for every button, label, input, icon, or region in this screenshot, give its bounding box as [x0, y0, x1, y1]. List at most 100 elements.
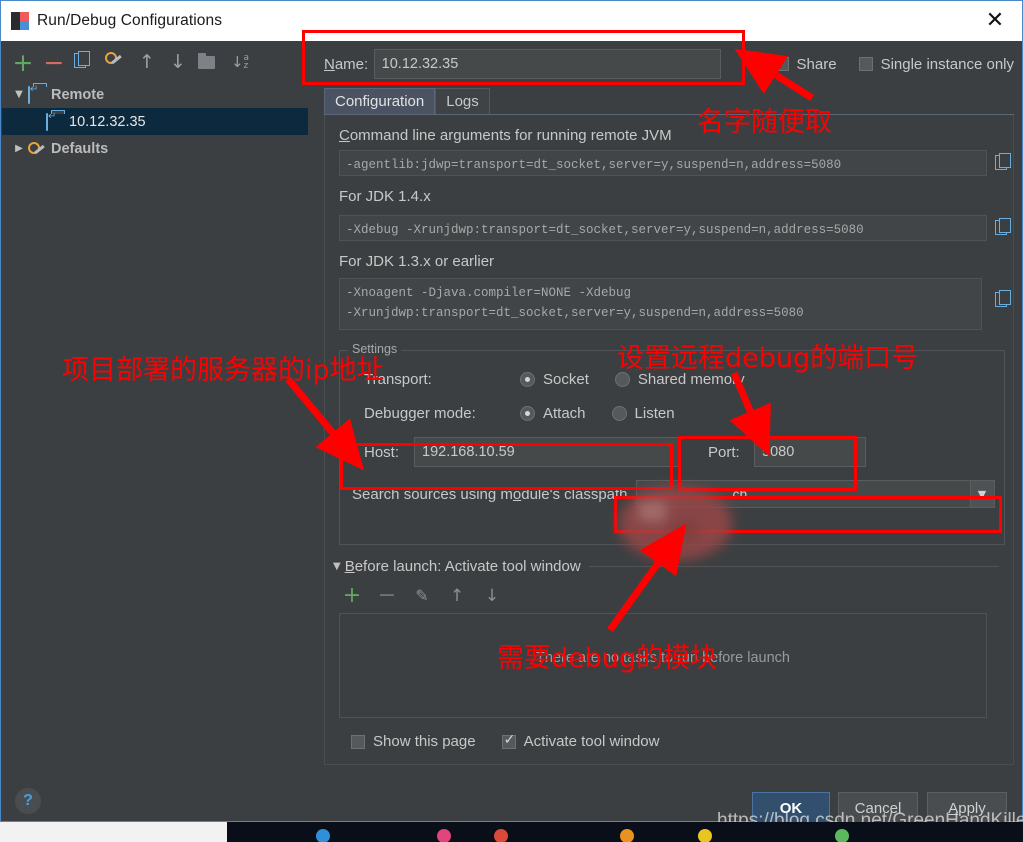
add-button[interactable]: + [12, 50, 34, 75]
single-instance-checkbox-box[interactable] [858, 57, 873, 71]
wrench-icon [28, 141, 46, 157]
copy-configuration-icon[interactable] [74, 51, 96, 73]
dialog-titlebar: Run/Debug Configurations ✕ [1, 1, 1022, 41]
folder-icon[interactable] [198, 51, 220, 73]
move-task-up-arrow-icon[interactable]: ↑ [448, 587, 466, 605]
name-label: Name: [324, 56, 374, 73]
annotation-module: 需要debug的模块 [497, 643, 718, 674]
transport-socket-label: Socket [543, 371, 589, 388]
copy-jdk14-icon[interactable] [995, 218, 1012, 237]
taskbar-icon-1[interactable] [316, 829, 330, 842]
transport-label: Transport: [364, 371, 432, 388]
chevron-right-icon[interactable]: ▶ [10, 143, 28, 154]
show-this-page-label: Show this page [373, 733, 476, 750]
activate-tool-window-checkbox-box[interactable] [501, 732, 516, 749]
port-input[interactable]: 5080 [754, 437, 866, 467]
taskbar-icon-2[interactable] [437, 829, 451, 842]
intellij-idea-icon [11, 12, 29, 30]
debugger-mode-attach-label: Attach [543, 405, 586, 422]
help-button[interactable]: ? [15, 788, 41, 814]
taskbar-icon-6[interactable] [835, 829, 849, 842]
tab-logs[interactable]: Logs [435, 88, 490, 114]
move-task-down-arrow-icon[interactable]: ↓ [483, 587, 501, 605]
cmdline-value[interactable]: -agentlib:jdwp=transport=dt_socket,serve… [339, 150, 987, 176]
add-task-button[interactable]: + [343, 585, 361, 607]
remove-button[interactable]: − [43, 50, 65, 75]
debugger-mode-listen-label: Listen [634, 405, 675, 422]
chevron-down-icon[interactable]: ▼ [969, 481, 994, 507]
name-label-rest: ame: [334, 55, 369, 73]
share-checkbox-box[interactable] [774, 57, 789, 71]
jdk13-label: For JDK 1.3.x or earlier [339, 253, 495, 270]
run-debug-configurations-dialog: Run/Debug Configurations ✕ + − ↑ ↓ ↓ a z… [0, 0, 1023, 824]
move-up-arrow-icon[interactable]: ↑ [136, 51, 158, 73]
debugger-mode-listen-radio[interactable] [611, 406, 627, 421]
single-instance-checkbox[interactable]: Single instance only [858, 55, 1014, 73]
remote-icon [46, 112, 64, 131]
show-this-page-checkbox[interactable]: Show this page [351, 733, 476, 750]
close-icon[interactable]: ✕ [972, 3, 1018, 39]
port-label: Port: [708, 443, 740, 461]
jdk13-value[interactable]: -Xnoagent -Djava.compiler=NONE -Xdebug -… [339, 278, 982, 330]
share-checkbox[interactable]: Share [774, 55, 837, 73]
show-this-page-checkbox-box[interactable] [351, 734, 365, 749]
module-classpath-value: ch [732, 486, 748, 502]
edit-defaults-wrench-icon[interactable] [105, 51, 127, 73]
dialog-title: Run/Debug Configurations [37, 12, 223, 29]
debugger-mode-option-listen[interactable]: Listen [611, 405, 675, 422]
jdk14-value[interactable]: -Xdebug -Xrunjdwp:transport=dt_socket,se… [339, 215, 987, 241]
chevron-down-icon[interactable]: ▼ [10, 89, 28, 100]
tab-configuration[interactable]: Configuration [324, 88, 436, 114]
transport-option-socket[interactable]: Socket [520, 371, 589, 388]
jdk13-value-line2: -Xrunjdwp:transport=dt_socket,server=y,s… [346, 306, 804, 320]
before-launch-label: Before launch: Activate tool window [345, 558, 581, 575]
name-row: Name: 10.12.32.35 Share Single instance … [324, 47, 1014, 81]
tree-item-remote[interactable]: ▼ Remote [2, 81, 308, 108]
transport-socket-radio[interactable] [520, 372, 535, 387]
move-down-arrow-icon[interactable]: ↓ [167, 51, 189, 73]
copy-jdk13-icon[interactable] [995, 290, 1012, 309]
cmdline-label-mnemonic: C [339, 127, 350, 144]
debugger-mode-option-attach[interactable]: Attach [520, 405, 586, 422]
tree-item-label: Remote [51, 86, 105, 103]
search-sources-label-pre: Search sources using m [352, 485, 513, 503]
activate-tool-window-label: Activate tool window [523, 733, 660, 750]
jdk13-value-line1: -Xnoagent -Djava.compiler=NONE -Xdebug [346, 286, 632, 300]
configurations-tree-panel: + − ↑ ↓ ↓ a z ▼ ↵ Remote ↵ 10.12.32.35 ▶… [2, 41, 308, 771]
annotation-name-field: 名字随便取 [697, 107, 832, 138]
cmdline-label: Command line arguments for running remot… [339, 127, 672, 144]
remove-task-button[interactable]: − [378, 585, 396, 607]
configurations-tree: ▼ Remote 10.12.32.35 ▶ Defaults [2, 81, 308, 162]
host-row: Host: 192.168.10.59 [364, 437, 679, 467]
os-taskbar [0, 822, 1023, 842]
copy-cmdline-icon[interactable] [995, 153, 1012, 172]
activate-tool-window-checkbox[interactable]: Activate tool window [501, 732, 660, 750]
tree-item-defaults[interactable]: ▶ Defaults [2, 135, 308, 162]
single-instance-label: Single instance only [880, 55, 1014, 73]
cmdline-label-rest: ommand line arguments for running remote… [349, 127, 672, 144]
taskbar-icon-3[interactable] [494, 829, 508, 842]
name-label-mnemonic: N [324, 55, 335, 73]
share-label: Share [796, 55, 837, 73]
before-launch-mnemonic: B [344, 558, 355, 575]
host-input[interactable]: 192.168.10.59 [414, 437, 679, 467]
host-label: Host: [364, 443, 400, 461]
chevron-down-icon[interactable]: ▼ [333, 561, 341, 572]
tree-item-10-12-32-35[interactable]: 10.12.32.35 [2, 108, 308, 135]
sort-alphabetically-icon[interactable]: ↓ a z [229, 51, 251, 73]
debugger-mode-label: Debugger mode: [364, 405, 476, 422]
annotation-port: 设置远程debug的端口号 [617, 343, 919, 374]
tree-item-label: 10.12.32.35 [69, 113, 146, 130]
debugger-mode-attach-radio[interactable] [520, 406, 535, 421]
port-row: Port: 5080 [708, 437, 866, 467]
redaction-blur [619, 487, 732, 560]
taskbar-icon-5[interactable] [698, 829, 712, 842]
screenshot-root: Run/Debug Configurations ✕ + − ↑ ↓ ↓ a z… [0, 0, 1023, 842]
taskbar-icon-4[interactable] [620, 829, 634, 842]
before-launch-toolbar: + − ✎ ↑ ↓ [343, 585, 501, 607]
annotation-host-ip: 项目部署的服务器的ip地址 [62, 355, 384, 386]
name-input[interactable]: 10.12.32.35 [373, 49, 721, 79]
debugger-mode-row: Debugger mode: Attach Listen [364, 405, 675, 422]
before-launch-header[interactable]: ▼ Before launch: Activate tool window [333, 558, 999, 575]
edit-task-pencil-icon[interactable]: ✎ [413, 588, 431, 604]
